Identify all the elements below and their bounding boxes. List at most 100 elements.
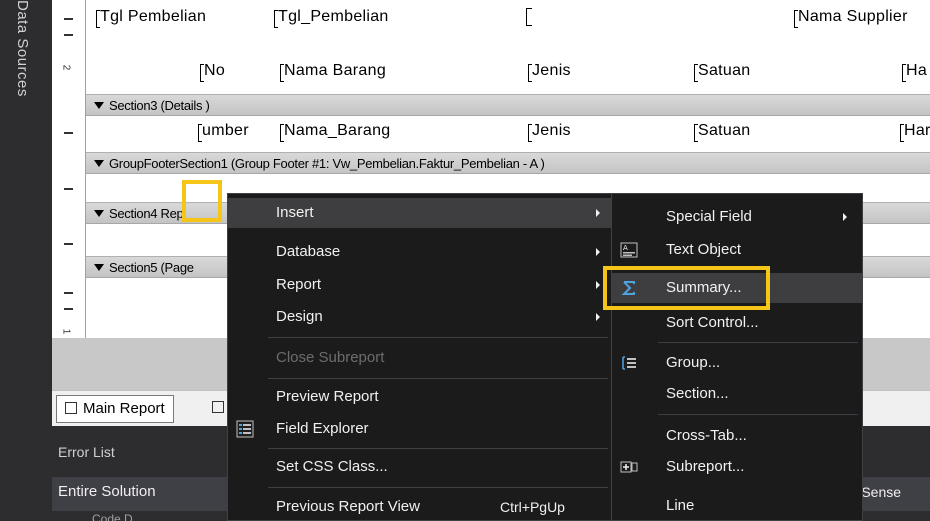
submenu-arrow-icon — [843, 213, 847, 221]
menu-item-field-explorer-label: Field Explorer — [276, 420, 369, 437]
menu-separator — [268, 448, 608, 449]
section4-label: Section4 Rep — [109, 206, 184, 221]
ruler-number: 1 — [60, 328, 72, 335]
report-icon — [65, 402, 77, 414]
submenu-arrow-icon — [596, 313, 600, 321]
menu-separator — [658, 414, 858, 415]
submenu-item-cross-tab[interactable]: Cross-Tab... — [612, 421, 862, 451]
collapse-triangle-icon[interactable] — [94, 264, 104, 271]
field-nama-barang[interactable]: Nama_Barang — [279, 122, 390, 142]
menu-item-preview-report[interactable]: Preview Report — [228, 382, 612, 412]
ruler-tick — [64, 18, 73, 20]
menu-item-report-label: Report — [276, 276, 322, 293]
menu-item-set-css-class[interactable]: Set CSS Class... — [228, 452, 612, 482]
field-explorer-icon — [236, 420, 254, 438]
submenu-item-special-field[interactable]: Special Field — [612, 202, 862, 232]
ruler-tick — [64, 132, 73, 134]
field-harga[interactable]: Har — [900, 122, 930, 142]
ruler-tick — [64, 292, 73, 294]
group-icon — [622, 356, 636, 370]
collapse-triangle-icon[interactable] — [94, 160, 104, 167]
field-satuan[interactable]: Satuan — [694, 122, 751, 142]
error-list-title: Error List — [58, 444, 115, 460]
field-corner — [526, 8, 532, 26]
menu-item-close-subreport[interactable]: Close Subreport — [228, 343, 612, 373]
ruler-tick — [64, 34, 73, 36]
error-list-columns: Code D — [92, 512, 133, 521]
menu-item-close-subreport-label: Close Subreport — [276, 349, 385, 366]
ruler-number: 2 — [60, 64, 72, 71]
column-header-harga[interactable]: Ha — [901, 62, 927, 82]
vertical-ruler: 2 1 — [52, 0, 86, 338]
tab-main-report-label: Main Report — [83, 400, 165, 417]
menu-item-report[interactable]: Report — [228, 270, 612, 300]
submenu-item-group[interactable]: Group... — [612, 348, 862, 378]
menu-item-database[interactable]: Database — [228, 237, 612, 267]
subreport-icon — [620, 461, 638, 473]
menu-item-previous-report-view[interactable]: Previous Report View Ctrl+PgUp — [228, 492, 612, 521]
collapse-triangle-icon[interactable] — [94, 210, 104, 217]
svg-text:A: A — [623, 244, 628, 252]
field-tgl-pembelian-label[interactable]: Tgl Pembelian — [95, 8, 206, 28]
page-header-band[interactable]: Tgl Pembelian Tgl_Pembelian Nama Supplie… — [86, 0, 930, 94]
menu-item-previous-report-view-label: Previous Report View — [276, 498, 420, 515]
menu-item-set-css-class-label: Set CSS Class... — [276, 458, 388, 475]
text-object-icon: A — [620, 242, 638, 258]
menu-separator — [268, 487, 608, 488]
menu-item-database-label: Database — [276, 243, 341, 260]
menu-item-preview-report-label: Preview Report — [276, 388, 379, 405]
submenu-item-group-label: Group... — [666, 354, 721, 371]
subreport-tab-icon[interactable] — [212, 401, 224, 413]
submenu-item-sort-control[interactable]: Sort Control... — [612, 308, 862, 338]
group-footer-bar[interactable]: GroupFooterSection1 (Group Footer #1: Vw… — [86, 152, 930, 174]
submenu-item-subreport[interactable]: Subreport... — [612, 452, 862, 482]
section3-label: Section3 (Details ) — [109, 98, 210, 113]
submenu-arrow-icon — [596, 281, 600, 289]
highlight-box-target — [182, 180, 222, 222]
insert-submenu: Special Field A Text Object Summary... S… — [611, 193, 863, 521]
menu-item-insert[interactable]: Insert — [228, 198, 612, 228]
ruler-tick — [64, 308, 73, 310]
submenu-item-text-object[interactable]: A Text Object — [612, 235, 862, 265]
menu-separator — [658, 342, 858, 343]
group-footer-label: GroupFooterSection1 (Group Footer #1: Vw… — [109, 156, 545, 171]
submenu-arrow-icon — [596, 209, 600, 217]
ruler-tick — [64, 243, 73, 245]
context-menu: Insert Database Report Design Close Subr… — [227, 193, 613, 521]
menu-item-insert-label: Insert — [276, 204, 314, 221]
menu-separator — [268, 378, 608, 379]
scope-dropdown[interactable]: Entire Solution — [58, 479, 156, 505]
section5-label: Section5 (Page — [109, 260, 194, 275]
collapse-triangle-icon[interactable] — [94, 102, 104, 109]
field-nama-supplier-label[interactable]: Nama Supplier — [794, 8, 908, 28]
menu-item-design-label: Design — [276, 308, 323, 325]
column-header-no[interactable]: No — [199, 62, 225, 82]
highlight-box-summary — [603, 266, 770, 310]
submenu-arrow-icon — [596, 248, 600, 256]
submenu-item-section[interactable]: Section... — [612, 379, 862, 409]
column-header-nama-barang[interactable]: Nama Barang — [279, 62, 386, 82]
column-header-jenis[interactable]: Jenis — [528, 62, 571, 82]
data-sources-tab[interactable]: Data Sources — [0, 0, 42, 521]
field-tgl-pembelian[interactable]: Tgl_Pembelian — [274, 8, 389, 28]
details-band[interactable]: umber Nama_Barang Jenis Satuan Har — [86, 116, 930, 152]
submenu-item-section-label: Section... — [666, 385, 729, 402]
submenu-item-line-label: Line — [666, 497, 695, 514]
column-header-satuan[interactable]: Satuan — [694, 62, 751, 82]
tab-main-report[interactable]: Main Report — [56, 395, 174, 423]
ruler-tick — [64, 188, 73, 190]
section3-bar[interactable]: Section3 (Details ) — [86, 94, 930, 116]
menu-item-design[interactable]: Design — [228, 302, 612, 332]
submenu-item-line[interactable]: Line — [612, 491, 862, 521]
menu-separator — [268, 337, 608, 338]
submenu-item-sort-control-label: Sort Control... — [666, 314, 759, 331]
submenu-item-text-object-label: Text Object — [666, 241, 742, 258]
menu-item-field-explorer[interactable]: Field Explorer — [228, 414, 612, 444]
menu-shortcut-ctrl-pgup: Ctrl+PgUp — [500, 499, 565, 515]
submenu-item-cross-tab-label: Cross-Tab... — [666, 427, 747, 444]
field-nomor[interactable]: umber — [198, 122, 249, 142]
field-jenis[interactable]: Jenis — [528, 122, 571, 142]
submenu-item-special-field-label: Special Field — [666, 208, 752, 225]
submenu-item-subreport-label: Subreport... — [666, 458, 745, 475]
data-sources-label: Data Sources — [14, 0, 31, 97]
